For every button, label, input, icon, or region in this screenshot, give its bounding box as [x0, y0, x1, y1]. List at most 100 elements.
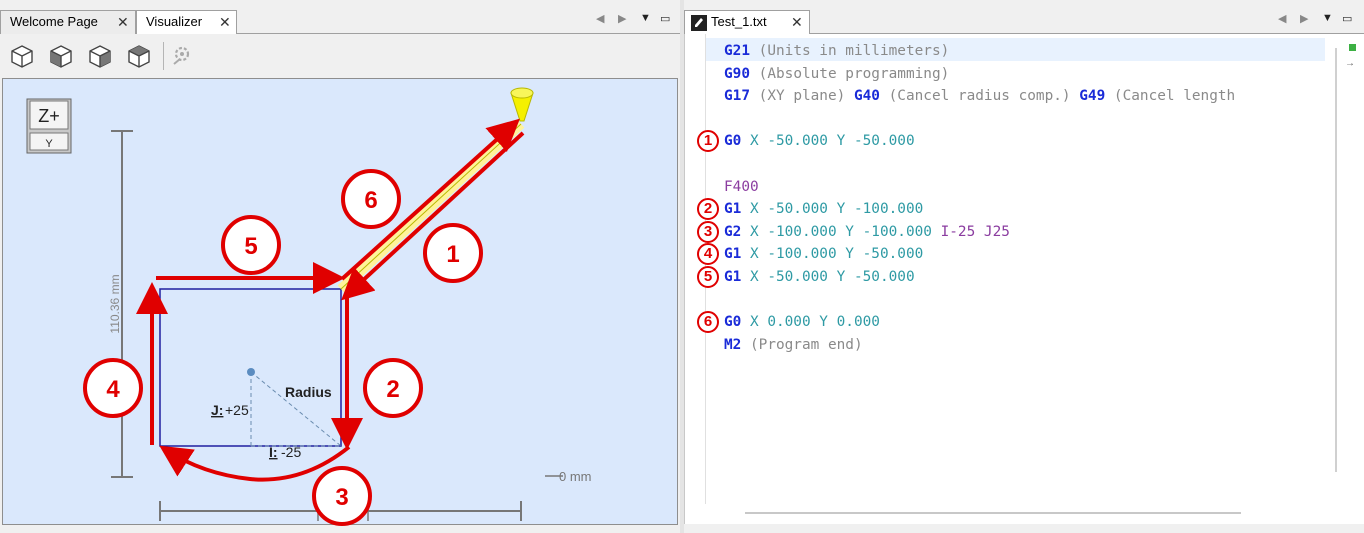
- view-menu-icon[interactable]: ▼: [640, 12, 651, 24]
- i-value: -25: [281, 444, 301, 460]
- code-token: G40: [853, 88, 880, 105]
- tab-scroll-right-icon[interactable]: ▶: [1300, 12, 1308, 25]
- tab-test-file[interactable]: Test_1.txt ✕: [684, 10, 810, 35]
- step-badge-1: 1: [423, 223, 483, 283]
- top-view-icon[interactable]: [125, 42, 153, 70]
- code-line[interactable]: G0 X -50.000 Y -50.000: [724, 130, 1235, 153]
- svg-text:4: 4: [106, 376, 120, 403]
- view-cube[interactable]: Z+ Y: [26, 98, 72, 154]
- code-text[interactable]: G21 (Units in millimeters) G90 (Absolute …: [724, 40, 1235, 356]
- svg-text:1: 1: [446, 241, 459, 268]
- code-line[interactable]: G1 X -100.000 Y -50.000: [724, 243, 1235, 266]
- tab-visualizer[interactable]: Visualizer ✕: [136, 10, 237, 35]
- tab-welcome-page[interactable]: Welcome Page ✕: [0, 10, 136, 34]
- tab-scroll-left-icon[interactable]: ◀: [596, 12, 604, 25]
- code-line[interactable]: M2 (Program end): [724, 334, 1235, 357]
- code-line[interactable]: F400: [724, 176, 1235, 199]
- step-badge-3: 3: [312, 466, 372, 526]
- step-badge-2: 2: [363, 358, 423, 418]
- code-line[interactable]: G1 X -50.000 Y -50.000: [724, 266, 1235, 289]
- code-token: X -100.000 Y -100.000: [741, 223, 941, 240]
- edit-file-icon: [691, 15, 707, 31]
- scale-label: 0 mm: [559, 469, 592, 484]
- code-token: G2: [724, 223, 742, 240]
- view-menu-icon[interactable]: ▼: [1322, 12, 1333, 24]
- code-line[interactable]: G90 (Absolute programming): [724, 63, 1235, 86]
- tab-scroll-right-icon[interactable]: ▶: [618, 12, 626, 25]
- code-token: (XY plane): [750, 88, 854, 105]
- code-token: X -100.000 Y -50.000: [741, 246, 924, 263]
- code-line[interactable]: G17 (XY plane) G40 (Cancel radius comp.)…: [724, 85, 1235, 108]
- line-step-badge: 6: [697, 311, 719, 334]
- close-icon[interactable]: ✕: [117, 11, 129, 33]
- code-token: (Cancel length: [1105, 88, 1236, 105]
- iso-view-icon[interactable]: [8, 42, 36, 70]
- code-token: (Cancel radius comp.): [879, 88, 1080, 105]
- close-icon[interactable]: ✕: [791, 11, 803, 33]
- svg-text:6: 6: [364, 187, 377, 214]
- code-token: (Absolute programming): [750, 65, 950, 82]
- code-token: G1: [724, 201, 742, 218]
- toolpath-drawing: Z+ Y 110.36 mm 0 mm Radius J: +25 I: -25…: [26, 87, 592, 526]
- i-label: I:: [269, 444, 278, 460]
- code-token: (Units in millimeters): [750, 43, 950, 59]
- toolbar-separator: [163, 42, 164, 70]
- j-label: J:: [211, 402, 223, 418]
- code-token: G17: [724, 88, 750, 105]
- code-line[interactable]: G21 (Units in millimeters): [724, 40, 1235, 63]
- visualizer-pane: Welcome Page ✕ Visualizer ✕ ◀ ▶ ▼ ▭ Z+ Y…: [0, 0, 682, 533]
- step-badge-4: 4: [83, 358, 143, 418]
- code-token: G90: [724, 65, 750, 82]
- code-token: (Program end): [741, 336, 863, 353]
- svg-text:3: 3: [335, 484, 348, 511]
- side-view-icon[interactable]: [86, 42, 114, 70]
- maximize-icon[interactable]: ▭: [1342, 12, 1352, 25]
- code-editor[interactable]: G21 (Units in millimeters) G90 (Absolute …: [684, 34, 1364, 524]
- code-line[interactable]: [724, 108, 1235, 131]
- radius-label: Radius: [285, 384, 332, 400]
- line-step-badge: 1: [697, 130, 719, 153]
- scale-indicator: 0 mm: [545, 469, 592, 484]
- tab-welcome-page-label: Welcome Page: [10, 14, 98, 29]
- code-token: X -50.000 Y -50.000: [741, 133, 915, 150]
- settings-icon[interactable]: [168, 42, 196, 70]
- vertical-scrollbar[interactable]: [1335, 48, 1337, 472]
- svg-text:2: 2: [386, 376, 399, 403]
- code-line[interactable]: [724, 153, 1235, 176]
- code-token: F400: [724, 178, 759, 195]
- code-token: I-25 J25: [940, 223, 1010, 240]
- maximize-icon[interactable]: ▭: [660, 12, 670, 25]
- step-badge-5: 5: [221, 215, 281, 275]
- arc-center-point: [247, 368, 255, 376]
- view-cube-bottom-label[interactable]: Y: [45, 138, 53, 150]
- svg-text:5: 5: [244, 233, 257, 260]
- code-line[interactable]: [724, 289, 1235, 312]
- line-step-badge: 4: [697, 243, 719, 266]
- vertical-dimension: 110.36 mm: [108, 130, 133, 478]
- code-token: X 0.000 Y 0.000: [741, 314, 880, 331]
- visualizer-canvas[interactable]: Z+ Y 110.36 mm 0 mm Radius J: +25 I: -25…: [2, 78, 678, 526]
- code-token: X -50.000 Y -50.000: [741, 268, 915, 285]
- horizontal-scrollbar[interactable]: [745, 512, 1241, 514]
- code-line[interactable]: G2 X -100.000 Y -100.000 I-25 J25: [724, 221, 1235, 244]
- j-value: +25: [225, 402, 249, 418]
- code-token: X -50.000 Y -100.000: [741, 201, 924, 218]
- code-line[interactable]: G0 X 0.000 Y 0.000: [724, 311, 1235, 334]
- line-step-badge: 2: [697, 198, 719, 221]
- step-badge-6: 6: [341, 169, 401, 229]
- code-line[interactable]: G1 X -50.000 Y -100.000: [724, 198, 1235, 221]
- left-tab-bar: Welcome Page ✕ Visualizer ✕ ◀ ▶ ▼ ▭: [0, 0, 682, 35]
- line-step-badge: 3: [697, 220, 719, 243]
- overview-ruler-marker: [1349, 44, 1356, 51]
- front-view-icon[interactable]: [47, 42, 75, 70]
- tab-test-file-label: Test_1.txt: [711, 14, 767, 29]
- close-icon[interactable]: ✕: [219, 11, 231, 33]
- tool-icon: [510, 87, 534, 122]
- editor-pane: Test_1.txt ✕ ◀ ▶ ▼ ▭ G21 (Units in milli…: [684, 0, 1364, 533]
- code-token: G1: [724, 246, 742, 263]
- code-token: G49: [1079, 88, 1106, 105]
- tab-scroll-left-icon[interactable]: ◀: [1278, 12, 1286, 25]
- vertical-dimension-label: 110.36 mm: [108, 274, 122, 333]
- view-cube-top-label[interactable]: Z+: [38, 106, 60, 126]
- overview-arrow-icon: →: [1345, 58, 1355, 69]
